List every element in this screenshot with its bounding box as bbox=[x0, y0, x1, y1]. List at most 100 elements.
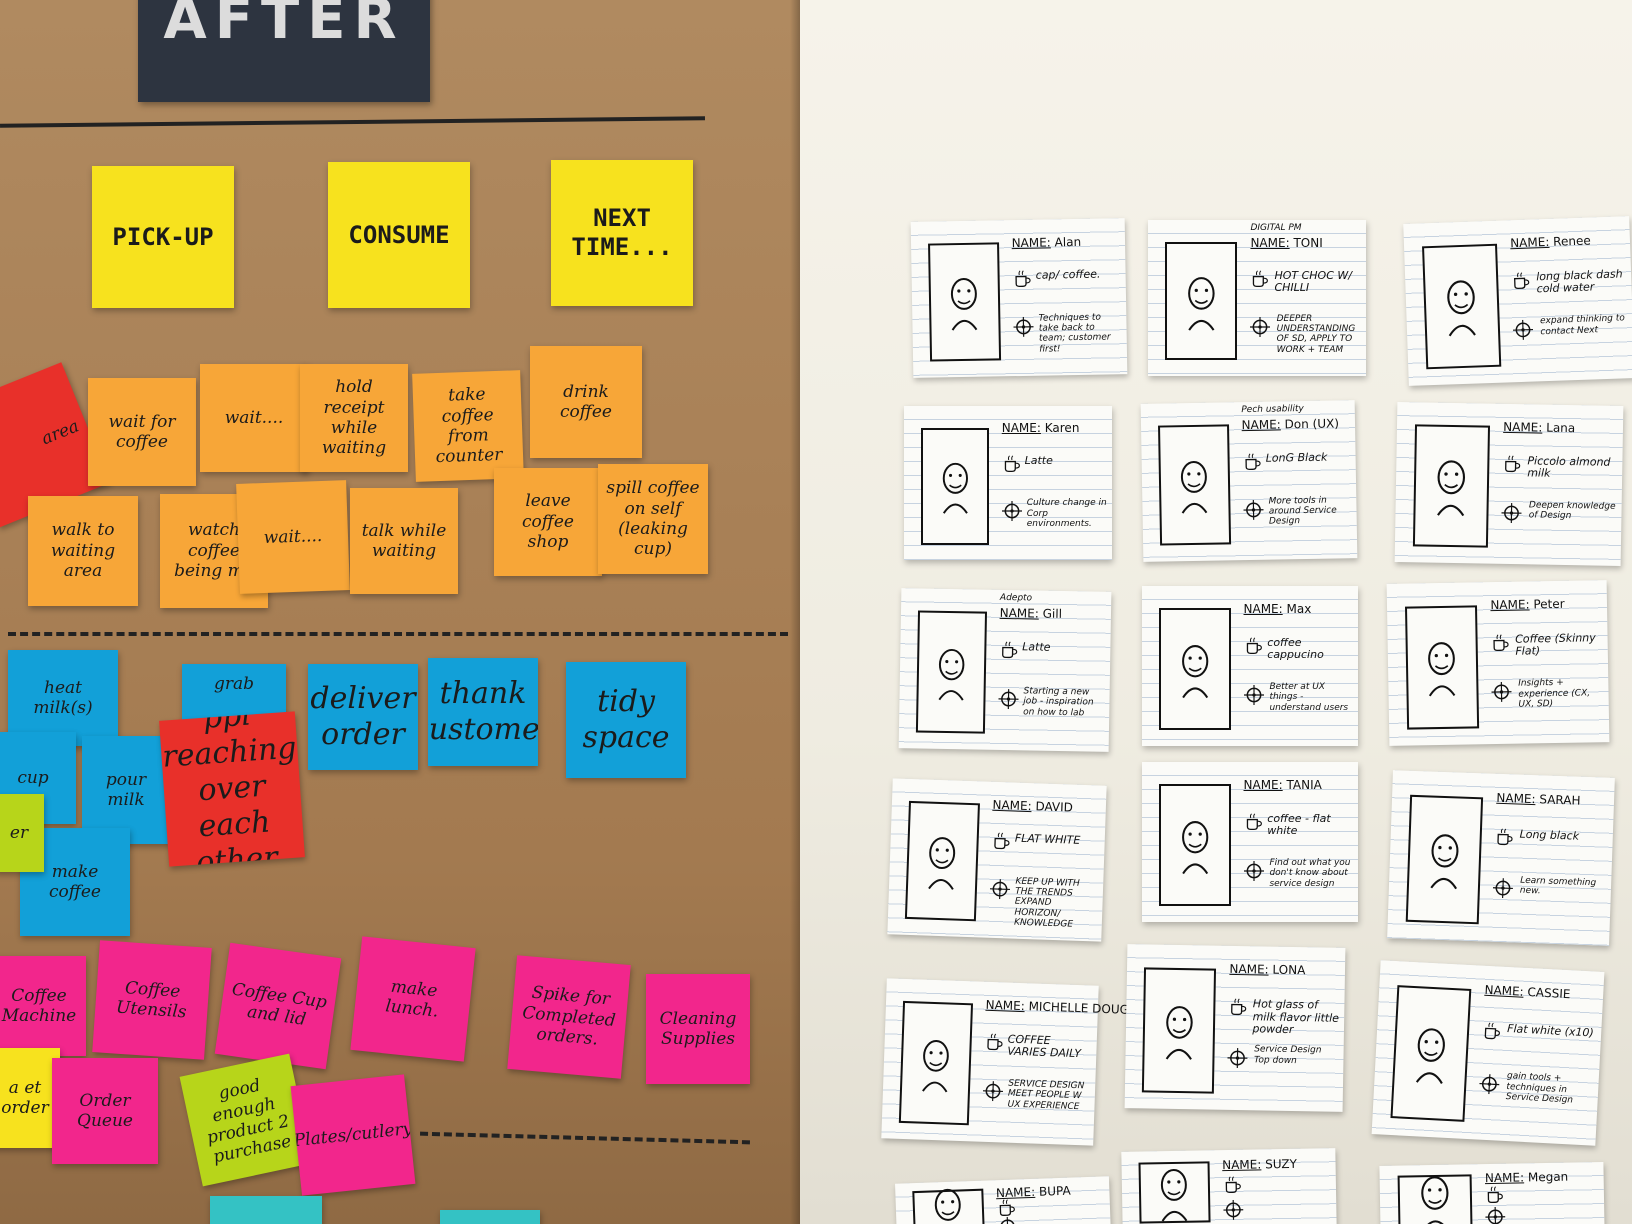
portrait-frame bbox=[1390, 985, 1472, 1122]
name-prefix: NAME: bbox=[1001, 421, 1041, 436]
sticky-note-leave-coffee-shop: leave coffee shop bbox=[494, 468, 602, 576]
note-text: NEXT TIME... bbox=[571, 204, 673, 261]
note-text: cup bbox=[17, 767, 49, 788]
sticky-note-order-queue: Order Queue bbox=[52, 1058, 158, 1164]
target-icon bbox=[1243, 499, 1264, 520]
sticky-note-pickup: PICK-UP bbox=[92, 166, 234, 308]
portrait-frame bbox=[904, 800, 980, 922]
note-text: wait for coffee bbox=[108, 411, 176, 452]
name-prefix: NAME: bbox=[1484, 1170, 1525, 1186]
card-name: NAME: SARAH bbox=[1496, 791, 1581, 808]
note-text: PICK-UP bbox=[112, 222, 214, 251]
persona-name: Don (UX) bbox=[1284, 416, 1340, 432]
coffee-cup-icon bbox=[991, 832, 1012, 856]
coffee-cup-icon bbox=[1242, 452, 1262, 475]
note-text: deliver order bbox=[310, 681, 416, 752]
card-name: NAME: Megan bbox=[1485, 1170, 1569, 1185]
coffee-order: COFFEE VARIES DAILY bbox=[1007, 1032, 1082, 1061]
kraft-paper-board: AFTER PICK-UP CONSUME NEXT TIME... area … bbox=[0, 0, 800, 1224]
name-prefix: NAME: bbox=[1509, 235, 1550, 251]
target-icon bbox=[982, 1081, 1003, 1102]
portrait-frame bbox=[1404, 605, 1480, 730]
note-text: Spike for Completed orders. bbox=[521, 983, 617, 1050]
note-text: tidy space bbox=[582, 684, 670, 755]
name-prefix: NAME: bbox=[1011, 235, 1051, 250]
persona-goal: DEEPER UNDERSTANDING OF SD, APPLY TO WOR… bbox=[1276, 313, 1356, 355]
card-name: NAME: DAVID bbox=[992, 797, 1073, 814]
sticky-note-wait-for-coffee: wait for coffee bbox=[88, 378, 196, 486]
note-text: er bbox=[9, 822, 29, 843]
note-text: spill coffee on self (leaking cup) bbox=[606, 478, 700, 560]
coffee-order bbox=[1246, 1174, 1332, 1175]
sticky-note-tidy-space: tidy space bbox=[566, 662, 686, 778]
persona-card: NAME: DAVID FLAT WHITE KEEP UP WITH THE TR… bbox=[887, 778, 1107, 942]
note-text: Plates/cutlery bbox=[292, 1118, 414, 1151]
coffee-cup-icon bbox=[1012, 270, 1032, 293]
sticky-note-green-er: er bbox=[0, 794, 44, 872]
card-name: NAME: LONA bbox=[1229, 962, 1305, 977]
persona-name: SARAH bbox=[1539, 792, 1581, 808]
dashed-divider bbox=[8, 632, 788, 636]
coffee-cup-icon bbox=[1482, 1021, 1503, 1045]
note-text: wait.... bbox=[224, 407, 284, 428]
sticky-note-wait: wait.... bbox=[200, 364, 308, 472]
persona-name: TONI bbox=[1293, 235, 1323, 250]
name-prefix: NAME: bbox=[1229, 962, 1269, 977]
card-name: NAME: Gill bbox=[1000, 606, 1063, 621]
name-prefix: NAME: bbox=[1241, 417, 1281, 432]
card-name: NAME: Peter bbox=[1490, 597, 1564, 612]
note-text: grab bbox=[213, 674, 255, 694]
coffee-cup-icon bbox=[1502, 455, 1522, 478]
persona-name: Alan bbox=[1054, 234, 1082, 249]
persona-goal: Techniques to take back to team; custome… bbox=[1038, 312, 1111, 355]
note-text: make lunch. bbox=[384, 976, 440, 1022]
card-name: NAME: Karen bbox=[1002, 421, 1080, 435]
target-icon bbox=[989, 878, 1010, 899]
sticky-note-coffee-utensils: Coffee Utensils bbox=[92, 940, 212, 1060]
sticky-note-deliver-order: deliver order bbox=[308, 664, 418, 770]
persona-card: DIGITAL PM NAME: TONI HOT CHOC W/ CHILLI DE… bbox=[1148, 220, 1366, 376]
sticky-note-talk-while-waiting: talk while waiting bbox=[350, 488, 458, 594]
target-icon bbox=[1222, 1199, 1243, 1220]
note-text: CONSUME bbox=[348, 220, 450, 249]
sticky-note-ppl-reaching: ppl reaching over each other bbox=[159, 711, 305, 867]
name-prefix: NAME: bbox=[1250, 235, 1290, 250]
card-name: NAME: Max bbox=[1244, 602, 1312, 616]
coffee-order: Piccolo almond milk bbox=[1527, 454, 1611, 481]
sticky-note-teal bbox=[210, 1196, 322, 1224]
portrait-frame bbox=[1412, 424, 1490, 548]
after-sign-label: AFTER bbox=[163, 0, 405, 52]
target-icon bbox=[1479, 1073, 1500, 1095]
coffee-order: LonG Black bbox=[1265, 450, 1328, 465]
coffee-cup-icon bbox=[1002, 455, 1022, 478]
target-icon bbox=[1243, 861, 1264, 882]
persona-name: Megan bbox=[1527, 1169, 1569, 1185]
note-text: thank customer bbox=[428, 676, 538, 747]
persona-card: NAME: TANIA coffee - flat white Find out w… bbox=[1142, 762, 1358, 922]
persona-name: CASSIE bbox=[1527, 985, 1571, 1002]
persona-goal: Deepen knowledge of Design bbox=[1528, 500, 1616, 522]
name-prefix: NAME: bbox=[1243, 602, 1283, 616]
portrait-frame bbox=[1159, 608, 1231, 730]
sticky-note-walk-to-waiting: walk to waiting area bbox=[28, 496, 138, 606]
coffee-order: Hot glass of milk flavor little powder bbox=[1252, 997, 1340, 1036]
persona-name: Gill bbox=[1042, 606, 1063, 621]
card-extra-note: Adepto bbox=[999, 593, 1033, 604]
note-text: pour milk bbox=[105, 769, 147, 810]
name-prefix: NAME: bbox=[1490, 597, 1530, 613]
card-name: NAME: SUZY bbox=[1222, 1157, 1297, 1172]
portrait-frame bbox=[898, 1001, 973, 1126]
dashed-divider-bottom bbox=[420, 1131, 750, 1145]
persona-card: NAME: Alan cap/ coffee. Techniques to take… bbox=[910, 218, 1128, 378]
note-text: Cleaning Supplies bbox=[659, 1008, 737, 1049]
target-icon bbox=[1491, 682, 1512, 703]
sticky-note-take-coffee: take coffee from counter bbox=[412, 370, 524, 482]
target-icon bbox=[1001, 501, 1022, 522]
portrait-frame bbox=[915, 610, 988, 734]
target-icon bbox=[1485, 1207, 1506, 1224]
persona-goal bbox=[1512, 1204, 1599, 1206]
persona-name: Max bbox=[1286, 602, 1312, 616]
persona-card: Pech usability NAME: Don (UX) LonG Black Mo… bbox=[1140, 400, 1358, 562]
coffee-cup-icon bbox=[1491, 634, 1511, 657]
persona-name: DAVID bbox=[1035, 798, 1074, 815]
